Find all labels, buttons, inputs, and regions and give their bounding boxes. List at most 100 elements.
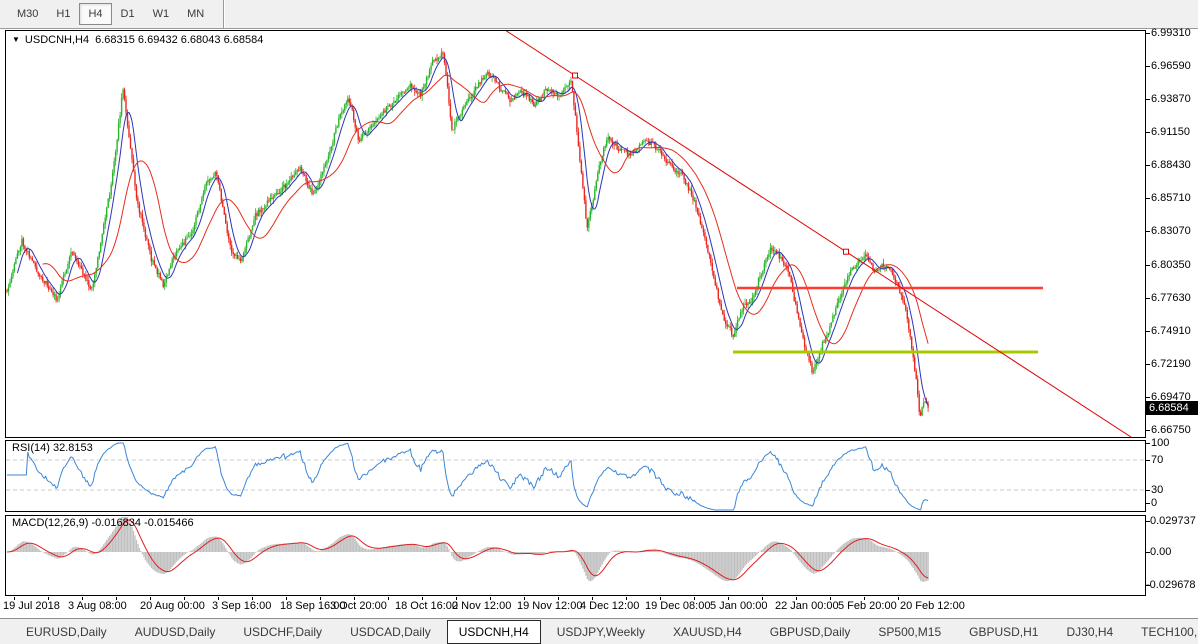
price-axis-label: 6.80350 (1151, 259, 1191, 271)
candle-body (310, 188, 311, 189)
symbol-tab-gbpusd[interactable]: GBPUSD,Daily (758, 621, 863, 643)
time-axis-label: 20 Aug 00:00 (140, 600, 205, 612)
rsi-indicator-panel[interactable]: RSI(14) 32.8153 (5, 440, 1146, 512)
candle-body (264, 208, 265, 209)
candle-body (645, 140, 646, 141)
axis-tick (1146, 430, 1150, 431)
candle-body (255, 213, 256, 220)
candle-body (600, 162, 601, 165)
candle-body (261, 209, 262, 213)
candle-body (344, 104, 345, 110)
macd-indicator-panel[interactable]: MACD(12,26,9) -0.016834 -0.015466 (5, 515, 1146, 596)
candle-body (835, 308, 836, 315)
axis-tick (1146, 165, 1150, 166)
candle-body (919, 394, 920, 412)
candle-body (624, 150, 625, 151)
candle-body (136, 186, 137, 198)
candle-body (369, 127, 370, 129)
indicator-line (7, 443, 928, 510)
timeframe-button-h4[interactable]: H4 (79, 3, 111, 25)
symbol-tab-usdjpy[interactable]: USDJPY,Weekly (545, 621, 657, 643)
candle-body (686, 183, 687, 184)
candle-body (140, 213, 141, 214)
candle-body (480, 82, 481, 83)
candle-body (122, 89, 123, 98)
collapse-triangle-icon[interactable]: ▼ (12, 35, 20, 44)
time-axis-label: 20 Feb 12:00 (900, 600, 965, 612)
symbol-tab-usdcad[interactable]: USDCAD,Daily (338, 621, 443, 643)
candle-body (423, 87, 424, 88)
candle-body (615, 143, 616, 146)
candle-body (246, 242, 247, 248)
timeframe-button-mn[interactable]: MN (178, 3, 213, 25)
candle-body (892, 269, 893, 274)
candle-body (518, 92, 519, 94)
candle-body (834, 315, 835, 316)
candle-body (584, 189, 585, 201)
candle-body (511, 101, 512, 102)
candle-body (570, 81, 571, 82)
candle-body (36, 267, 37, 272)
candle-body (238, 259, 239, 260)
candle-body (194, 225, 195, 230)
candlestick-chart-canvas[interactable] (6, 31, 1145, 437)
time-axis-tick (388, 597, 389, 600)
candle-body (481, 78, 482, 83)
symbol-tab-gbpusd[interactable]: GBPUSD,H1 (957, 621, 1050, 643)
candle-body (295, 172, 296, 174)
time-axis-label: 19 Jul 2018 (3, 600, 60, 612)
symbol-tab-tech100[interactable]: TECH100,H1 (1129, 621, 1198, 643)
candle-body (70, 252, 71, 257)
candle-body (837, 303, 838, 308)
candle-body (292, 176, 293, 177)
candle-body (445, 63, 446, 75)
candle-body (889, 268, 890, 269)
candle-body (24, 246, 25, 249)
candle-body (60, 287, 61, 293)
candle-body (616, 143, 617, 150)
candle-body (438, 58, 439, 61)
candle-body (744, 303, 745, 305)
symbol-tab-xauusd[interactable]: XAUUSD,H4 (661, 621, 754, 643)
candle-body (905, 305, 906, 310)
timeframe-button-w1[interactable]: W1 (144, 3, 179, 25)
main-chart-panel[interactable]: ▼USDCNH,H46.68315 6.69432 6.68043 6.6858… (5, 30, 1146, 438)
symbol-tab-audusd[interactable]: AUDUSD,Daily (123, 621, 228, 643)
candle-body (902, 295, 903, 300)
timeframe-button-h1[interactable]: H1 (47, 3, 79, 25)
candle-body (8, 287, 9, 291)
trendline-handle[interactable] (573, 73, 578, 78)
candle-body (630, 154, 631, 155)
rsi-chart-canvas[interactable] (6, 441, 1145, 511)
candle-body (81, 266, 82, 268)
candle-body (191, 234, 192, 236)
candle-body (465, 105, 466, 107)
candle-body (596, 181, 597, 189)
symbol-tab-usdchf[interactable]: USDCHF,Daily (231, 621, 334, 643)
time-axis-label: 19 Nov 12:00 (517, 600, 582, 612)
candle-body (689, 189, 690, 191)
candle-body (152, 260, 153, 261)
candle-body (572, 81, 573, 92)
candle-body (648, 141, 649, 142)
candle-body (716, 285, 717, 288)
symbol-tab-dj30[interactable]: DJ30,H4 (1054, 621, 1125, 643)
candle-body (262, 209, 263, 210)
trendline-handle[interactable] (844, 249, 849, 254)
candle-body (386, 107, 387, 113)
timeframe-button-m30[interactable]: M30 (8, 3, 47, 25)
rsi-axis-label: 30 (1151, 484, 1163, 496)
candle-body (6, 290, 7, 291)
descending-trendline[interactable] (505, 31, 1131, 437)
symbol-tab-eurusd[interactable]: EURUSD,Daily (14, 621, 119, 643)
symbol-tab-usdcnh[interactable]: USDCNH,H4 (447, 620, 541, 644)
timeframe-button-d1[interactable]: D1 (112, 3, 144, 25)
symbol-timeframe-label: USDCNH,H4 (25, 34, 89, 46)
price-axis-label: 6.93870 (1151, 93, 1191, 105)
candle-body (390, 106, 391, 107)
candle-body (727, 324, 728, 326)
candle-body (79, 265, 80, 266)
axis-tick (1146, 331, 1150, 332)
candle-body (267, 201, 268, 207)
symbol-tab-sp500[interactable]: SP500,M15 (866, 621, 953, 643)
